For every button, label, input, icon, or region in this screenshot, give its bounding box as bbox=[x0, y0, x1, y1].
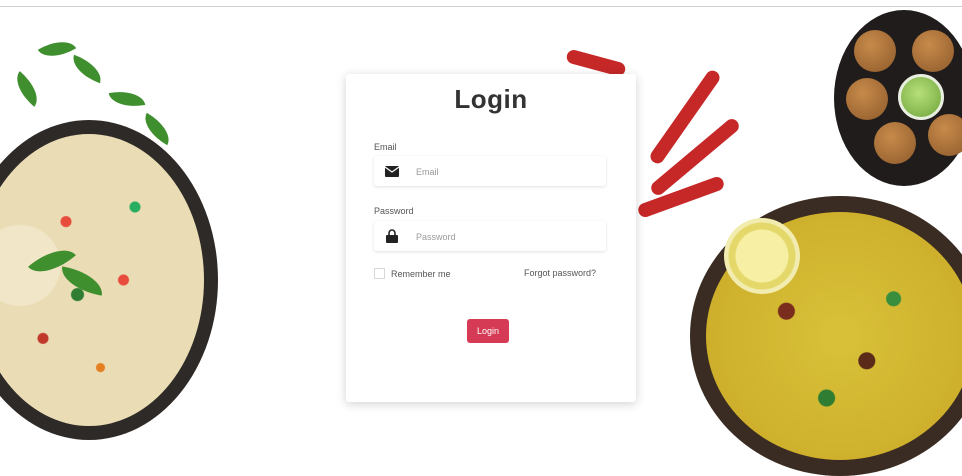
parsley-leaf bbox=[108, 87, 146, 111]
forgot-password-link[interactable]: Forgot password? bbox=[524, 268, 596, 278]
lemon-slice-image bbox=[724, 218, 800, 294]
parsley-leaf bbox=[37, 32, 77, 66]
email-label: Email bbox=[374, 142, 397, 152]
vada-plate-image bbox=[834, 10, 962, 186]
upma-bowl-image bbox=[0, 120, 218, 440]
login-button[interactable]: Login bbox=[467, 319, 509, 343]
password-label: Password bbox=[374, 206, 414, 216]
envelope-icon bbox=[384, 163, 400, 179]
parsley-leaf bbox=[8, 71, 46, 107]
login-title: Login bbox=[454, 84, 528, 114]
top-divider bbox=[0, 6, 962, 7]
password-input[interactable] bbox=[414, 226, 598, 248]
password-field bbox=[374, 221, 606, 251]
remember-me[interactable]: Remember me bbox=[374, 268, 451, 279]
login-card: Login Email Password Remember me Forgot … bbox=[346, 74, 636, 402]
lock-icon bbox=[384, 228, 400, 244]
chili-image bbox=[636, 175, 726, 219]
email-input[interactable] bbox=[414, 161, 598, 183]
email-field bbox=[374, 156, 606, 186]
remember-me-label: Remember me bbox=[391, 268, 451, 279]
parsley-leaf bbox=[67, 54, 107, 84]
remember-me-checkbox[interactable] bbox=[374, 268, 385, 279]
